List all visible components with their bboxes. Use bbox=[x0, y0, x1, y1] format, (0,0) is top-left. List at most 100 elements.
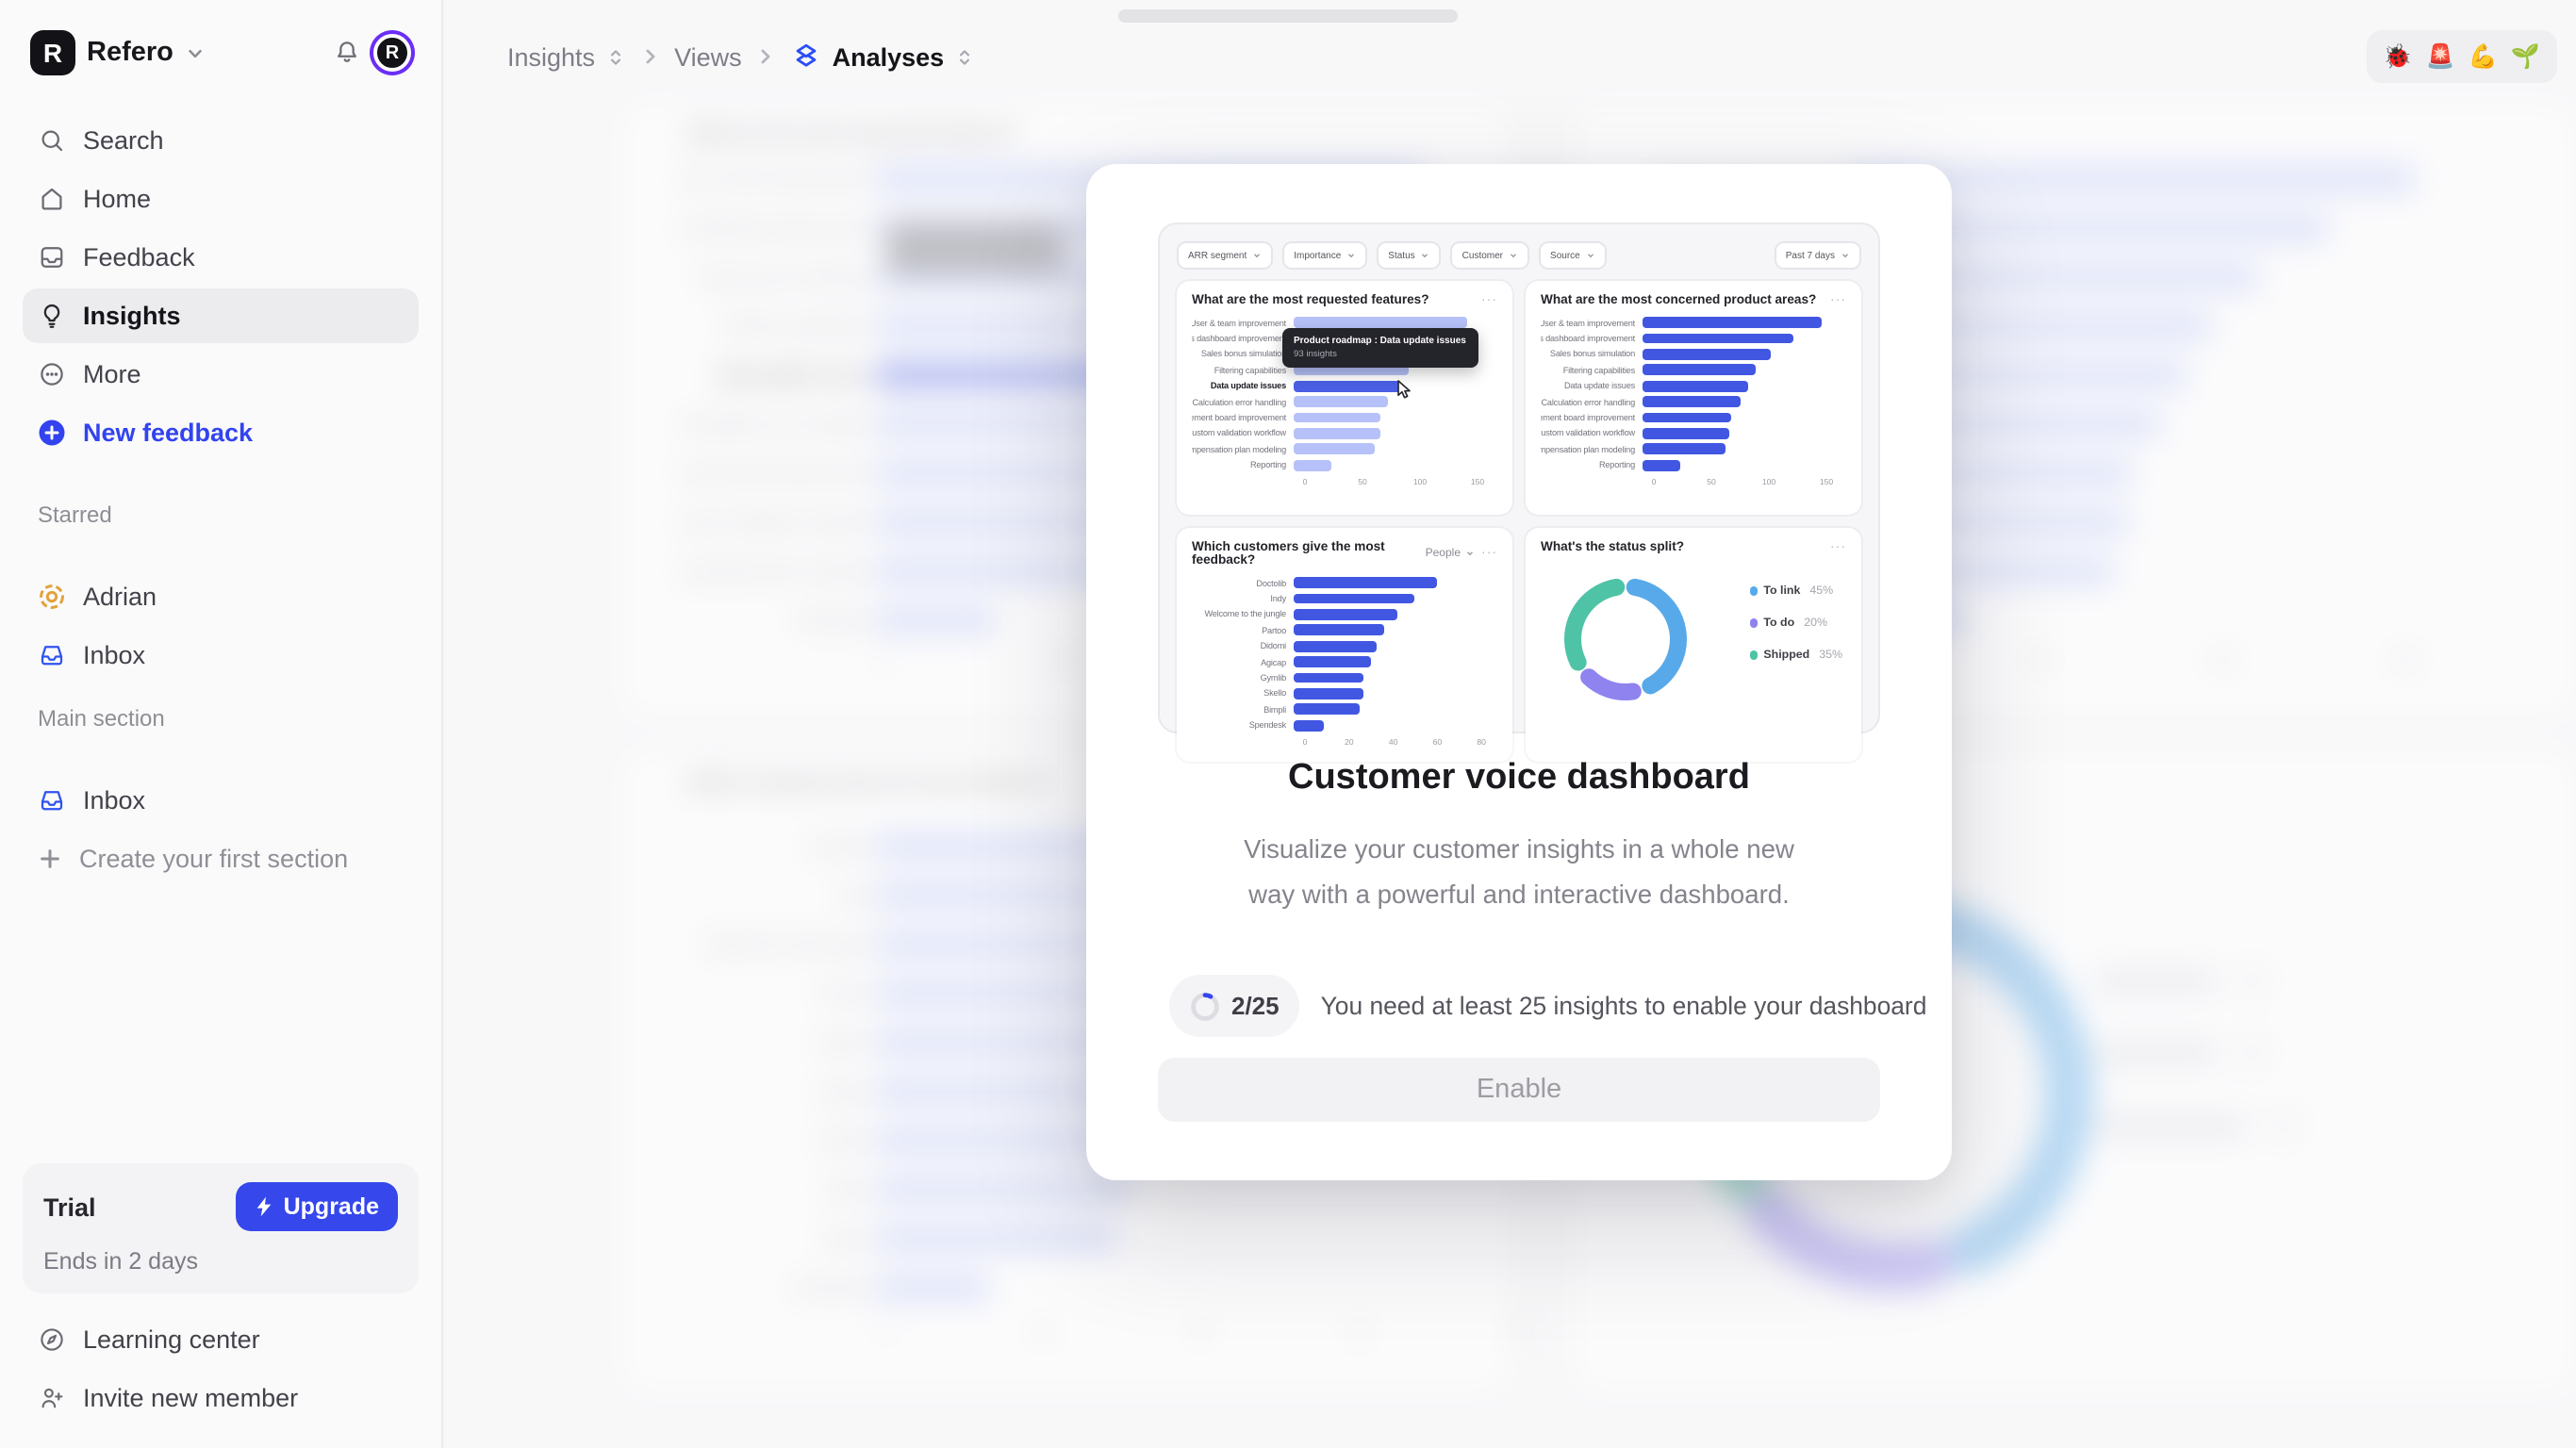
tooltip-title: Product roadmap : Data update issues bbox=[1294, 336, 1467, 347]
chart-bar bbox=[1294, 641, 1378, 652]
breadcrumb-analyses[interactable]: Analyses bbox=[791, 41, 975, 73]
chart-row-label: Sales bonus simulation bbox=[1192, 350, 1294, 359]
axis-tick: 0 bbox=[1303, 737, 1308, 747]
x-axis: 020406080 bbox=[1192, 735, 1497, 749]
chevron-right-icon bbox=[638, 45, 661, 68]
sidebar-header: R Refero R bbox=[23, 23, 419, 83]
chevron-down-icon bbox=[1421, 251, 1430, 260]
chart-bar bbox=[1294, 672, 1364, 683]
section-label-starred: Starred bbox=[38, 502, 404, 528]
modal-description: Visualize your customer insights in a wh… bbox=[1086, 828, 1952, 918]
tooltip-subtitle: 93 insights bbox=[1294, 351, 1467, 360]
sidebar-item-inbox-main[interactable]: Inbox bbox=[23, 773, 419, 828]
chart-row: Custom validation workflow bbox=[1541, 425, 1846, 441]
sidebar-item-search[interactable]: Search bbox=[23, 113, 419, 168]
chart-row: Data update issues bbox=[1541, 378, 1846, 394]
chart-row-label: Skello bbox=[1192, 689, 1294, 699]
filter-pill-status: Status bbox=[1377, 241, 1441, 270]
filter-pill-customer: Customer bbox=[1451, 241, 1529, 270]
description-line: way with a powerful and interactive dash… bbox=[1086, 873, 1952, 918]
reactions-pill[interactable]: 🐞 🚨 💪 🌱 bbox=[2366, 30, 2557, 83]
breadcrumb-views[interactable]: Views bbox=[674, 42, 742, 71]
sidebar-item-label: Insights bbox=[83, 302, 181, 330]
drag-handle[interactable] bbox=[1118, 9, 1458, 23]
legend-item: Shipped35% bbox=[1749, 649, 1842, 662]
learning-center-button[interactable]: Learning center bbox=[23, 1312, 419, 1367]
preview-chart-grid: What are the most requested features?···… bbox=[1177, 281, 1861, 762]
new-feedback-label: New feedback bbox=[83, 419, 253, 447]
chart-bar bbox=[1294, 412, 1381, 423]
main-section-list: Inbox Create your first section bbox=[23, 773, 419, 886]
chart-row: Bimpli bbox=[1192, 701, 1497, 717]
workspace-name: Refero bbox=[87, 38, 173, 68]
chart-bar bbox=[1643, 444, 1726, 455]
chart-bar bbox=[1643, 412, 1731, 423]
breadcrumb-insights[interactable]: Insights bbox=[507, 42, 625, 71]
chart-row: Calculation error handling bbox=[1192, 394, 1497, 410]
filter-pill-source: Source bbox=[1539, 241, 1607, 270]
ladybug-emoji: 🐞 bbox=[2383, 42, 2412, 71]
chart-row: Agicap bbox=[1192, 654, 1497, 670]
starred-list: Adrian Inbox bbox=[23, 569, 419, 683]
chart-row-label: Bimpli bbox=[1192, 704, 1294, 714]
lightning-icon bbox=[256, 1195, 274, 1218]
muscle-emoji: 💪 bbox=[2469, 42, 2498, 71]
dashboard-preview: ARR segment Importance Status Customer S… bbox=[1158, 222, 1880, 733]
breadcrumb-label: Views bbox=[674, 42, 742, 71]
chart-bar bbox=[1643, 460, 1679, 471]
sidebar-item-more[interactable]: More bbox=[23, 347, 419, 402]
trial-card: Trial Upgrade Ends in 2 days bbox=[23, 1163, 419, 1293]
chart-bar bbox=[1294, 688, 1364, 699]
compass-icon bbox=[38, 1325, 66, 1354]
invite-member-button[interactable]: Invite new member bbox=[23, 1371, 419, 1425]
chart-row-label: Spendesk bbox=[1192, 720, 1294, 730]
user-avatar[interactable]: R bbox=[373, 34, 411, 72]
create-section-button[interactable]: Create your first section bbox=[23, 831, 419, 886]
sidebar-item-insights[interactable]: Insights bbox=[23, 288, 419, 343]
sidebar-item-inbox-starred[interactable]: Inbox bbox=[23, 628, 419, 683]
chevron-down-icon bbox=[1586, 251, 1595, 260]
sidebar-item-adrian[interactable]: Adrian bbox=[23, 569, 419, 624]
inbox-icon bbox=[38, 641, 66, 669]
chevron-down-icon bbox=[1509, 251, 1518, 260]
sidebar-nav: Search Home Feedback Insights More New f… bbox=[23, 113, 419, 460]
chevron-down-icon bbox=[1841, 251, 1850, 260]
sidebar-item-label: Home bbox=[83, 185, 151, 213]
chart-row: Sales bonus simulation bbox=[1541, 347, 1846, 363]
enable-button[interactable]: Enable bbox=[1158, 1058, 1880, 1122]
axis-tick: 50 bbox=[1707, 477, 1716, 486]
card-menu-icon: ··· bbox=[1830, 541, 1846, 554]
chart-row: Data update issues bbox=[1192, 378, 1497, 394]
progress-ring bbox=[1190, 991, 1220, 1021]
card-menu-icon: ··· bbox=[1830, 294, 1846, 307]
workspace-switcher[interactable]: R Refero bbox=[30, 30, 206, 75]
sidebar-item-home[interactable]: Home bbox=[23, 172, 419, 226]
chart-bar bbox=[1294, 625, 1384, 636]
cursor-icon bbox=[1395, 379, 1412, 400]
inbox-icon bbox=[38, 786, 66, 814]
chart-row: Statement board improvement bbox=[1541, 410, 1846, 426]
chart-bar bbox=[1294, 593, 1415, 604]
user-plus-icon bbox=[38, 1384, 66, 1412]
preview-filter-bar: ARR segment Importance Status Customer S… bbox=[1177, 241, 1861, 270]
x-axis: 050100150 bbox=[1192, 475, 1497, 488]
new-feedback-button[interactable]: New feedback bbox=[23, 405, 419, 460]
chart-bar bbox=[1643, 333, 1793, 344]
legend-item: To do20% bbox=[1749, 617, 1842, 630]
upgrade-button[interactable]: Upgrade bbox=[237, 1182, 398, 1231]
notifications-bell-icon[interactable] bbox=[332, 38, 362, 68]
sidebar-item-feedback[interactable]: Feedback bbox=[23, 230, 419, 285]
filter-pill-arr-segment: ARR segment bbox=[1177, 241, 1273, 270]
preview-chart-requested-features: What are the most requested features?···… bbox=[1177, 281, 1512, 515]
app-root: R Refero R Search Home Feedback bbox=[0, 0, 2576, 1448]
bar-chart: DoctolibIndyWelcome to the junglePartooD… bbox=[1192, 575, 1497, 733]
chart-row: Filtering capabilities bbox=[1541, 362, 1846, 378]
chart-row: Doctolib bbox=[1192, 575, 1497, 591]
chart-legend: To link45%To do20%Shipped35% bbox=[1749, 584, 1842, 662]
main-content: What are the most requested features? Us… bbox=[443, 0, 2576, 1448]
chart-row-label: Filtering capabilities bbox=[1192, 366, 1294, 375]
axis-tick: 50 bbox=[1358, 477, 1367, 486]
chart-row-label: Reporting bbox=[1541, 460, 1643, 469]
chart-row-label: Filtering capabilities bbox=[1541, 366, 1643, 375]
chart-row: Sales dashboard improvement bbox=[1541, 331, 1846, 347]
